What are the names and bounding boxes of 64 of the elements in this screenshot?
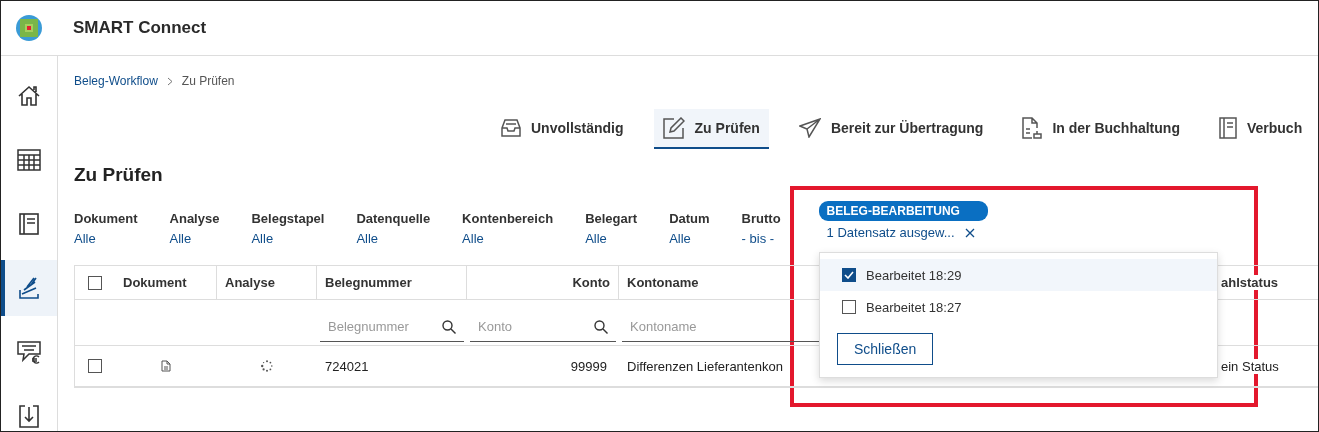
app-title: SMART Connect — [73, 18, 207, 38]
filter-value[interactable]: Alle — [585, 231, 638, 246]
filter-value[interactable]: Alle — [669, 231, 710, 246]
filter-label: Kontenbereich — [462, 211, 554, 226]
inbox-icon — [501, 119, 521, 137]
search-icon — [594, 319, 608, 334]
filter-label: Dokument — [74, 211, 138, 226]
search-field[interactable]: Konto — [478, 319, 594, 334]
chevron-icon — [166, 76, 173, 86]
filter-value[interactable]: Alle — [356, 231, 431, 246]
document-stamp-icon — [1022, 117, 1043, 139]
page-heading: Zu Prüfen — [74, 164, 164, 187]
document-stack-icon — [18, 276, 40, 300]
loading-spinner-icon — [261, 360, 273, 372]
dropdown-option[interactable]: Bearbeitet 18:29 — [820, 259, 1217, 291]
filter-value[interactable]: Alle — [74, 231, 138, 246]
tab[interactable]: Bereit zur Übertragung — [789, 109, 993, 149]
table-cell: Differenzen Lieferantenkon — [627, 358, 783, 374]
tab[interactable]: Verbuch — [1209, 109, 1303, 149]
close-icon[interactable] — [964, 227, 975, 238]
table-icon — [17, 149, 41, 171]
book-icon — [19, 213, 39, 235]
checkbox[interactable] — [88, 275, 102, 290]
filter-label: Datenquelle — [356, 211, 431, 226]
search-field[interactable]: Belegnummer — [328, 319, 442, 334]
filter-value[interactable]: Alle — [462, 231, 554, 246]
table-cell: 99999 — [570, 358, 607, 374]
invoice-euro-icon — [17, 340, 41, 364]
column-header[interactable]: Kontoname — [627, 275, 699, 290]
column-header[interactable]: Dokument — [123, 275, 187, 290]
table-cell: 724021 — [325, 358, 369, 374]
column-header[interactable]: Konto — [572, 275, 610, 290]
filter-label: Analyse — [169, 211, 220, 226]
checkbox[interactable] — [88, 359, 102, 373]
tab[interactable]: In der Buchhaltung — [1013, 109, 1189, 149]
table-cell: ein Status — [1221, 358, 1279, 374]
column-header[interactable]: ahlstatus — [1221, 275, 1279, 290]
book-icon — [1218, 117, 1237, 139]
download-box-icon — [19, 404, 39, 428]
filter-value[interactable]: Alle — [251, 231, 325, 246]
document-icon[interactable] — [161, 360, 171, 372]
send-icon — [798, 118, 821, 138]
sidebar-item[interactable] — [1, 260, 57, 316]
filter-chip[interactable]: BELEG-BEARBEITUNG — [818, 201, 988, 221]
edit-icon — [662, 117, 685, 139]
column-header[interactable]: Analyse — [225, 275, 275, 290]
search-icon — [442, 319, 456, 334]
filter-value[interactable]: Alle — [169, 231, 220, 246]
filter-label: Datum — [669, 211, 710, 226]
breadcrumb-link[interactable]: Beleg-Workflow — [74, 74, 158, 88]
filter-value[interactable]: 1 Datensatz ausgew... — [826, 225, 955, 240]
filter-label: Brutto — [741, 211, 781, 226]
close-button[interactable]: Schließen — [837, 333, 934, 365]
checkbox[interactable] — [842, 300, 856, 314]
checkbox[interactable] — [842, 268, 856, 282]
tab[interactable]: Zu Prüfen — [653, 109, 769, 149]
filter-label: Belegstapel — [251, 211, 325, 226]
home-icon — [17, 84, 41, 108]
logo-icon — [16, 15, 42, 41]
breadcrumb-current: Zu Prüfen — [181, 74, 235, 88]
column-header[interactable]: Belegnummer — [325, 275, 412, 290]
tab[interactable]: Unvollständig — [492, 109, 633, 149]
filter-label: Belegart — [585, 211, 638, 226]
filter-value[interactable]: - bis - — [741, 231, 781, 246]
